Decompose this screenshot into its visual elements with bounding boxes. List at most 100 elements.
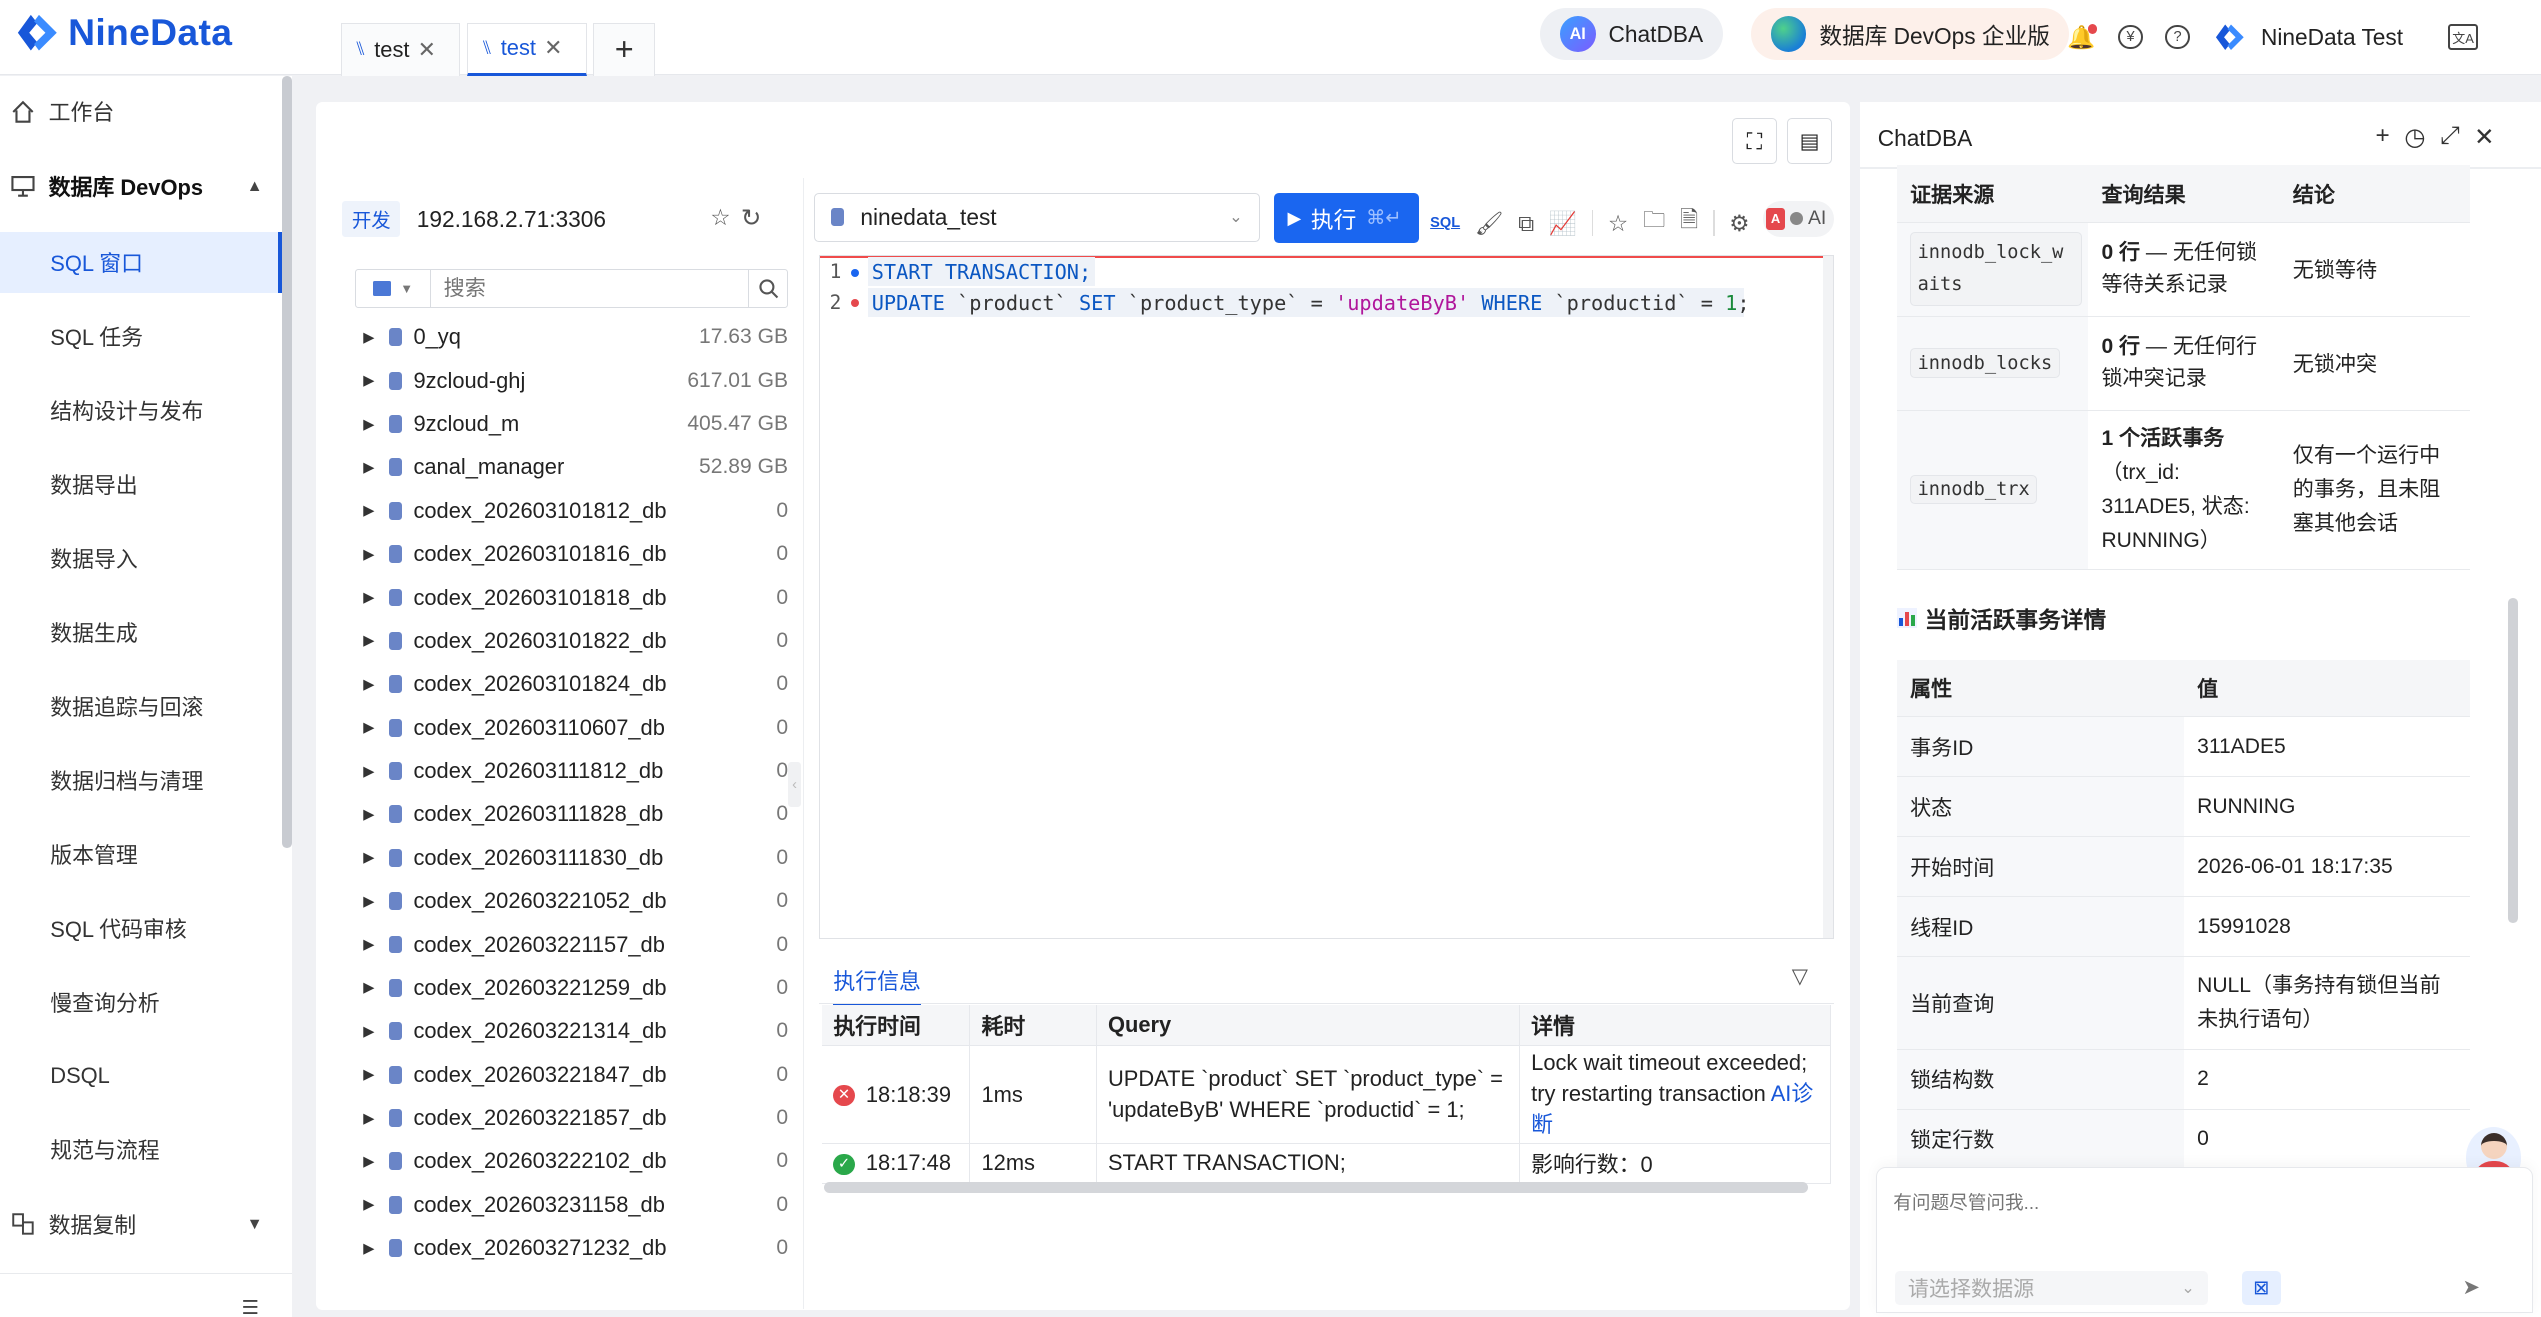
expand-arrow-icon[interactable]: ▶ xyxy=(363,1066,389,1083)
database-tree-item[interactable]: ▶ canal_manager 52.89 GB xyxy=(363,446,788,488)
database-tree-item[interactable]: ▶ codex_202603222102_db 0 xyxy=(363,1140,788,1182)
expand-arrow-icon[interactable]: ▶ xyxy=(363,1023,389,1040)
database-tree-item[interactable]: ▶ 9zcloud_m 405.47 GB xyxy=(363,403,788,445)
expand-arrow-icon[interactable]: ▶ xyxy=(363,546,389,563)
database-tree-item[interactable]: ▶ codex_202603101822_db 0 xyxy=(363,620,788,662)
user-menu[interactable]: NineData Test xyxy=(2212,21,2403,53)
notification-bell-icon[interactable]: 🔔 xyxy=(2067,23,2098,51)
database-tree-item[interactable]: ▶ codex_202603101824_db 0 xyxy=(363,663,788,705)
sidebar-group-devops[interactable]: 数据库 DevOps ▲ xyxy=(0,156,282,218)
close-icon[interactable]: ✕ xyxy=(2474,122,2494,152)
expand-arrow-icon[interactable]: ▶ xyxy=(363,979,389,996)
language-switch-icon[interactable]: 文A xyxy=(2448,24,2478,51)
sidebar-item[interactable]: 规范与流程 xyxy=(0,1119,282,1181)
knowledge-toggle-icon[interactable]: ⊠ xyxy=(2241,1270,2281,1305)
database-tree-item[interactable]: ▶ codex_202603221157_db 0 xyxy=(363,923,788,965)
expand-arrow-icon[interactable]: ▶ xyxy=(363,936,389,953)
results-hscrollbar[interactable] xyxy=(823,1182,1808,1194)
folder-icon[interactable]: 🗀 xyxy=(1643,204,1666,242)
expand-arrow-icon[interactable]: ▶ xyxy=(363,849,389,866)
sidebar-item[interactable]: SQL 任务 xyxy=(0,306,282,368)
expand-arrow-icon[interactable]: ▶ xyxy=(363,372,389,389)
expand-arrow-icon[interactable]: ▶ xyxy=(363,1110,389,1127)
ai-diagnose-link[interactable]: AI xyxy=(1771,1081,1792,1106)
database-tree-item[interactable]: ▶ codex_202603231158_db 0 xyxy=(363,1184,788,1226)
database-tree-item[interactable]: ▶ codex_202603271232_db 0 xyxy=(363,1227,788,1269)
database-tree-item[interactable]: ▶ codex_202603101816_db 0 xyxy=(363,533,788,575)
collapse-sidebar-icon[interactable]: ☰ xyxy=(242,1296,259,1317)
sidebar-item[interactable]: 慢查询分析 xyxy=(0,971,282,1033)
sidebar-item[interactable]: SQL 窗口 xyxy=(0,231,283,294)
expand-arrow-icon[interactable]: ▶ xyxy=(363,806,389,823)
sidebar-scrollbar[interactable] xyxy=(282,76,292,849)
sidebar-item[interactable]: 数据生成 xyxy=(0,602,282,664)
ninedata-logo[interactable]: NineData xyxy=(13,10,232,55)
chart-icon[interactable]: 📈 xyxy=(1549,210,1577,237)
chat-input[interactable] xyxy=(1893,1187,2445,1253)
settings-gear-icon[interactable]: ⚙ xyxy=(1729,210,1749,237)
history-clock-icon[interactable]: ◷ xyxy=(2404,122,2425,152)
database-tree-item[interactable]: ▶ 9zcloud-ghj 617.01 GB xyxy=(363,360,788,402)
sidebar-item[interactable]: 数据导出 xyxy=(0,454,282,516)
expand-arrow-icon[interactable]: ▶ xyxy=(363,502,389,519)
database-tree-item[interactable]: ▶ codex_202603101812_db 0 xyxy=(363,490,788,532)
send-icon[interactable]: ➤ xyxy=(2462,1274,2480,1300)
tab-test-2[interactable]: ⑊ test ✕ xyxy=(466,22,587,77)
search-button[interactable] xyxy=(748,270,787,308)
database-tree-item[interactable]: ▶ 0_yq 17.63 GB xyxy=(363,316,788,358)
sql-format-icon[interactable]: SQL xyxy=(1430,215,1460,231)
expand-arrow-icon[interactable]: ▶ xyxy=(363,1153,389,1170)
database-tree-item[interactable]: ▶ codex_202603221259_db 0 xyxy=(363,967,788,1009)
database-tree-item[interactable]: ▶ codex_202603221857_db 0 xyxy=(363,1097,788,1139)
sidebar-item[interactable]: DSQL xyxy=(0,1045,282,1107)
sidebar-item[interactable]: 数据导入 xyxy=(0,528,282,590)
expand-arrow-icon[interactable]: ▶ xyxy=(363,632,389,649)
add-tab-button[interactable]: + xyxy=(593,22,656,77)
billing-yen-icon[interactable]: ¥ xyxy=(2118,25,2143,50)
star-icon[interactable]: ☆ xyxy=(710,204,730,231)
tab-test-1[interactable]: ⑊ test ✕ xyxy=(340,22,461,77)
sidebar-item[interactable]: 版本管理 xyxy=(0,823,282,885)
database-tree-item[interactable]: ▶ codex_202603110607_db 0 xyxy=(363,707,788,749)
database-select[interactable]: ninedata_test ⌄ xyxy=(813,192,1260,242)
sidebar-item[interactable]: 结构设计与发布 xyxy=(0,380,282,442)
new-chat-icon[interactable]: + xyxy=(2375,122,2389,152)
expand-arrow-icon[interactable]: ▶ xyxy=(363,416,389,433)
object-type-select[interactable]: ▼ xyxy=(356,270,431,308)
expand-arrow-icon[interactable]: ▶ xyxy=(363,459,389,476)
close-icon[interactable]: ✕ xyxy=(418,37,436,63)
panel-toggle-button[interactable]: ▤ xyxy=(1786,118,1833,164)
fullscreen-button[interactable]: ⛶ xyxy=(1731,118,1778,164)
expand-arrow-icon[interactable]: ▶ xyxy=(363,1240,389,1257)
sidebar-item[interactable]: 数据归档与清理 xyxy=(0,749,282,811)
sidebar-item[interactable]: 数据追踪与回滚 xyxy=(0,676,282,738)
explain-plan-icon[interactable]: ⧉ xyxy=(1518,210,1534,237)
database-tree-item[interactable]: ▶ codex_202603221314_db 0 xyxy=(363,1010,788,1052)
database-tree-item[interactable]: ▶ codex_202603221052_db 0 xyxy=(363,880,788,922)
expand-arrow-icon[interactable]: ▶ xyxy=(363,589,389,606)
collapse-tree-handle[interactable]: ‹ xyxy=(788,762,802,808)
database-tree-item[interactable]: ▶ codex_202603111828_db 0 xyxy=(363,793,788,835)
sql-editor[interactable]: 1 2 START TRANSACTION; UPDATE `product` … xyxy=(818,254,1834,939)
table-row[interactable]: ✓ 18:17:48 12ms START TRANSACTION; 影响行数：0 xyxy=(822,1143,1832,1185)
pane-divider[interactable] xyxy=(802,178,805,1309)
chatdba-button[interactable]: AI ChatDBA xyxy=(1540,8,1723,60)
datasource-select[interactable]: 请选择数据源 ⌄ xyxy=(1894,1270,2208,1305)
expand-arrow-icon[interactable]: ▶ xyxy=(363,329,389,346)
chat-scrollbar[interactable] xyxy=(2508,598,2519,923)
sidebar-item-workbench[interactable]: 工作台 xyxy=(0,81,282,143)
ai-toggle[interactable]: A AI xyxy=(1762,201,1834,237)
help-icon[interactable]: ? xyxy=(2165,25,2190,50)
close-icon[interactable]: ✕ xyxy=(544,35,562,61)
database-tree-item[interactable]: ▶ codex_202603111812_db 0 xyxy=(363,750,788,792)
execute-button[interactable]: ▶ 执行 ⌘↵ xyxy=(1274,192,1419,244)
favorite-star-icon[interactable]: ☆ xyxy=(1608,210,1628,237)
table-row[interactable]: ✕ 18:18:39 1ms UPDATE `product` SET `prod… xyxy=(822,1045,1832,1144)
collapse-results-icon[interactable]: ▽ xyxy=(1792,963,1808,989)
tab-execution-info[interactable]: 执行信息 xyxy=(833,965,921,1007)
refresh-icon[interactable]: ↻ xyxy=(741,203,761,233)
expand-arrow-icon[interactable]: ▶ xyxy=(363,676,389,693)
devops-edition-button[interactable]: 数据库 DevOps 企业版 xyxy=(1751,8,2070,60)
editor-scrollbar[interactable] xyxy=(1823,255,1833,938)
database-tree-item[interactable]: ▶ codex_202603101818_db 0 xyxy=(363,576,788,618)
